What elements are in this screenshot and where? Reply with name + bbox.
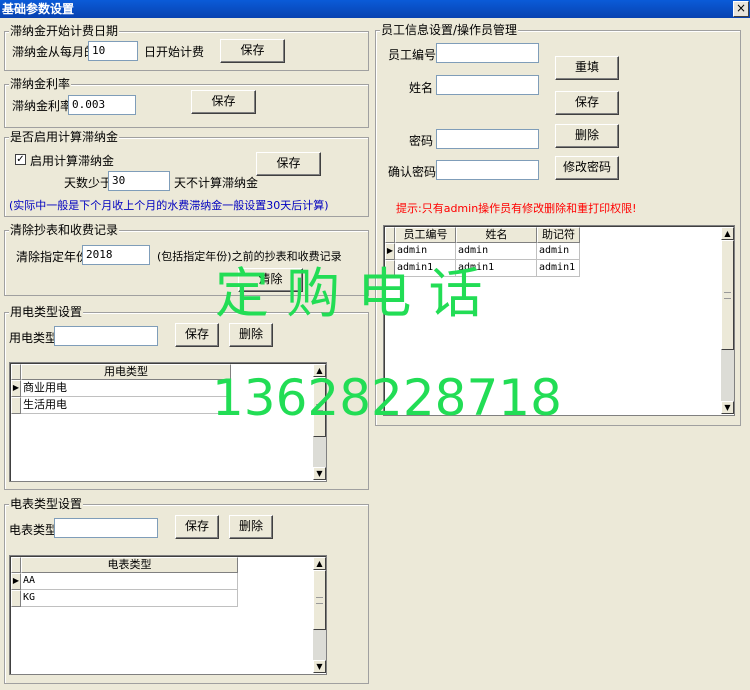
close-button[interactable]: × <box>733 1 749 17</box>
grid-corner <box>385 227 395 243</box>
row-header[interactable] <box>11 397 21 414</box>
table-row[interactable]: KG <box>21 590 238 607</box>
scroll-up-icon[interactable]: ▲ <box>721 227 734 240</box>
employee-legend: 员工信息设置/操作员管理 <box>380 23 519 37</box>
power-type-legend: 用电类型设置 <box>9 305 84 319</box>
power-type-save-button[interactable]: 保存 <box>175 323 219 347</box>
row-pointer-icon[interactable]: ▶ <box>11 380 21 397</box>
meter-type-column-header[interactable]: 电表类型 <box>21 557 238 573</box>
late-fee-rate-input[interactable]: 0.003 <box>68 95 136 115</box>
late-fee-start-save-button[interactable]: 保存 <box>220 39 285 63</box>
late-fee-note: (实际中一般是下个月收上个月的水费滞纳金一般设置30天后计算) <box>9 199 329 212</box>
table-row[interactable]: 生活用电 <box>21 397 231 414</box>
employee-id-label: 员工编号 <box>388 48 437 62</box>
row-header[interactable] <box>385 260 395 277</box>
employee-password-input[interactable] <box>436 129 539 149</box>
clear-records-button[interactable]: 清除 <box>238 268 303 292</box>
meter-type-save-button[interactable]: 保存 <box>175 515 219 539</box>
meter-type-input[interactable] <box>54 518 158 538</box>
enable-late-fee-save-button[interactable]: 保存 <box>256 152 321 176</box>
column-header-mnemonic[interactable]: 助记符 <box>537 227 580 243</box>
late-fee-rate-save-button[interactable]: 保存 <box>191 90 256 114</box>
meter-type-delete-button[interactable]: 删除 <box>229 515 273 539</box>
employee-id-input[interactable] <box>436 43 539 63</box>
grid-corner <box>11 364 21 380</box>
table-row[interactable]: AA <box>21 573 238 590</box>
clear-year-label: 清除指定年份 <box>16 250 89 264</box>
late-fee-rate-legend: 滞纳金利率 <box>9 77 72 91</box>
late-fee-rate-label: 滞纳金利率 <box>12 99 73 113</box>
enable-late-fee-checkbox[interactable]: ✓ <box>15 154 26 165</box>
days-suffix-label: 天不计算滞纳金 <box>174 176 259 190</box>
scroll-thumb[interactable] <box>313 377 326 437</box>
scroll-thumb[interactable] <box>721 240 734 350</box>
late-fee-start-suffix: 日开始计费 <box>144 45 205 59</box>
scroll-down-icon[interactable]: ▼ <box>313 660 326 673</box>
vertical-scrollbar[interactable]: ▲ ▼ <box>313 557 326 673</box>
enable-late-fee-legend: 是否启用计算滞纳金 <box>9 130 120 144</box>
power-type-grid: 用电类型 ▶ 商业用电 生活用电 ▲ ▼ <box>9 362 327 482</box>
table-cell[interactable]: admin <box>537 243 580 260</box>
meter-type-grid: 电表类型 ▶ AA KG ▲ ▼ <box>9 555 327 675</box>
days-prefix-label: 天数少于 <box>64 176 113 190</box>
table-row[interactable]: 商业用电 <box>21 380 231 397</box>
employee-password-label: 密码 <box>409 134 434 148</box>
clear-description: (包括指定年份)之前的抄表和收费记录 <box>157 250 342 263</box>
table-cell[interactable]: admin1 <box>456 260 537 277</box>
vertical-scrollbar[interactable]: ▲ ▼ <box>721 227 734 414</box>
vertical-scrollbar[interactable]: ▲ ▼ <box>313 364 326 480</box>
power-type-column-header[interactable]: 用电类型 <box>21 364 231 380</box>
scroll-up-icon[interactable]: ▲ <box>313 557 326 570</box>
late-fee-start-prefix: 滞纳金从每月的 <box>12 45 97 59</box>
grid-corner <box>11 557 21 573</box>
power-type-input[interactable] <box>54 326 158 346</box>
column-header-id[interactable]: 员工编号 <box>395 227 456 243</box>
close-icon: × <box>735 1 747 15</box>
title-bar: 基础参数设置 × <box>0 0 750 18</box>
employee-confirm-input[interactable] <box>436 160 539 180</box>
clear-year-input[interactable]: 2018 <box>82 245 150 265</box>
days-input[interactable]: 30 <box>108 171 170 191</box>
table-cell[interactable]: admin <box>395 243 456 260</box>
scroll-up-icon[interactable]: ▲ <box>313 364 326 377</box>
column-header-name[interactable]: 姓名 <box>456 227 537 243</box>
row-pointer-icon[interactable]: ▶ <box>385 243 395 260</box>
employee-grid: 员工编号 姓名 助记符 ▶ admin admin admin admin1 a… <box>383 225 735 416</box>
reset-button[interactable]: 重填 <box>555 56 619 80</box>
check-icon: ✓ <box>16 154 25 165</box>
employee-delete-button[interactable]: 删除 <box>555 124 619 148</box>
scroll-down-icon[interactable]: ▼ <box>313 467 326 480</box>
enable-late-fee-label: 启用计算滞纳金 <box>30 154 115 168</box>
meter-type-label: 电表类型 <box>9 523 58 537</box>
scroll-thumb[interactable] <box>313 570 326 630</box>
employee-save-button[interactable]: 保存 <box>555 91 619 115</box>
scroll-down-icon[interactable]: ▼ <box>721 401 734 414</box>
table-cell[interactable]: admin <box>456 243 537 260</box>
meter-type-legend: 电表类型设置 <box>9 497 84 511</box>
late-fee-start-legend: 滞纳金开始计费日期 <box>9 24 120 38</box>
permission-hint: 提示:只有admin操作员有修改删除和重打印权限! <box>396 202 637 215</box>
table-cell[interactable]: admin1 <box>537 260 580 277</box>
power-type-delete-button[interactable]: 删除 <box>229 323 273 347</box>
window-title: 基础参数设置 <box>2 2 75 16</box>
change-password-button[interactable]: 修改密码 <box>555 156 619 180</box>
late-fee-day-input[interactable]: 10 <box>88 41 138 61</box>
row-header[interactable] <box>11 590 21 607</box>
table-cell[interactable]: admin1 <box>395 260 456 277</box>
employee-confirm-label: 确认密码 <box>388 165 437 179</box>
employee-name-input[interactable] <box>436 75 539 95</box>
power-type-label: 用电类型 <box>9 331 58 345</box>
employee-name-label: 姓名 <box>409 81 434 95</box>
row-pointer-icon[interactable]: ▶ <box>11 573 21 590</box>
clear-records-legend: 清除抄表和收费记录 <box>9 223 120 237</box>
